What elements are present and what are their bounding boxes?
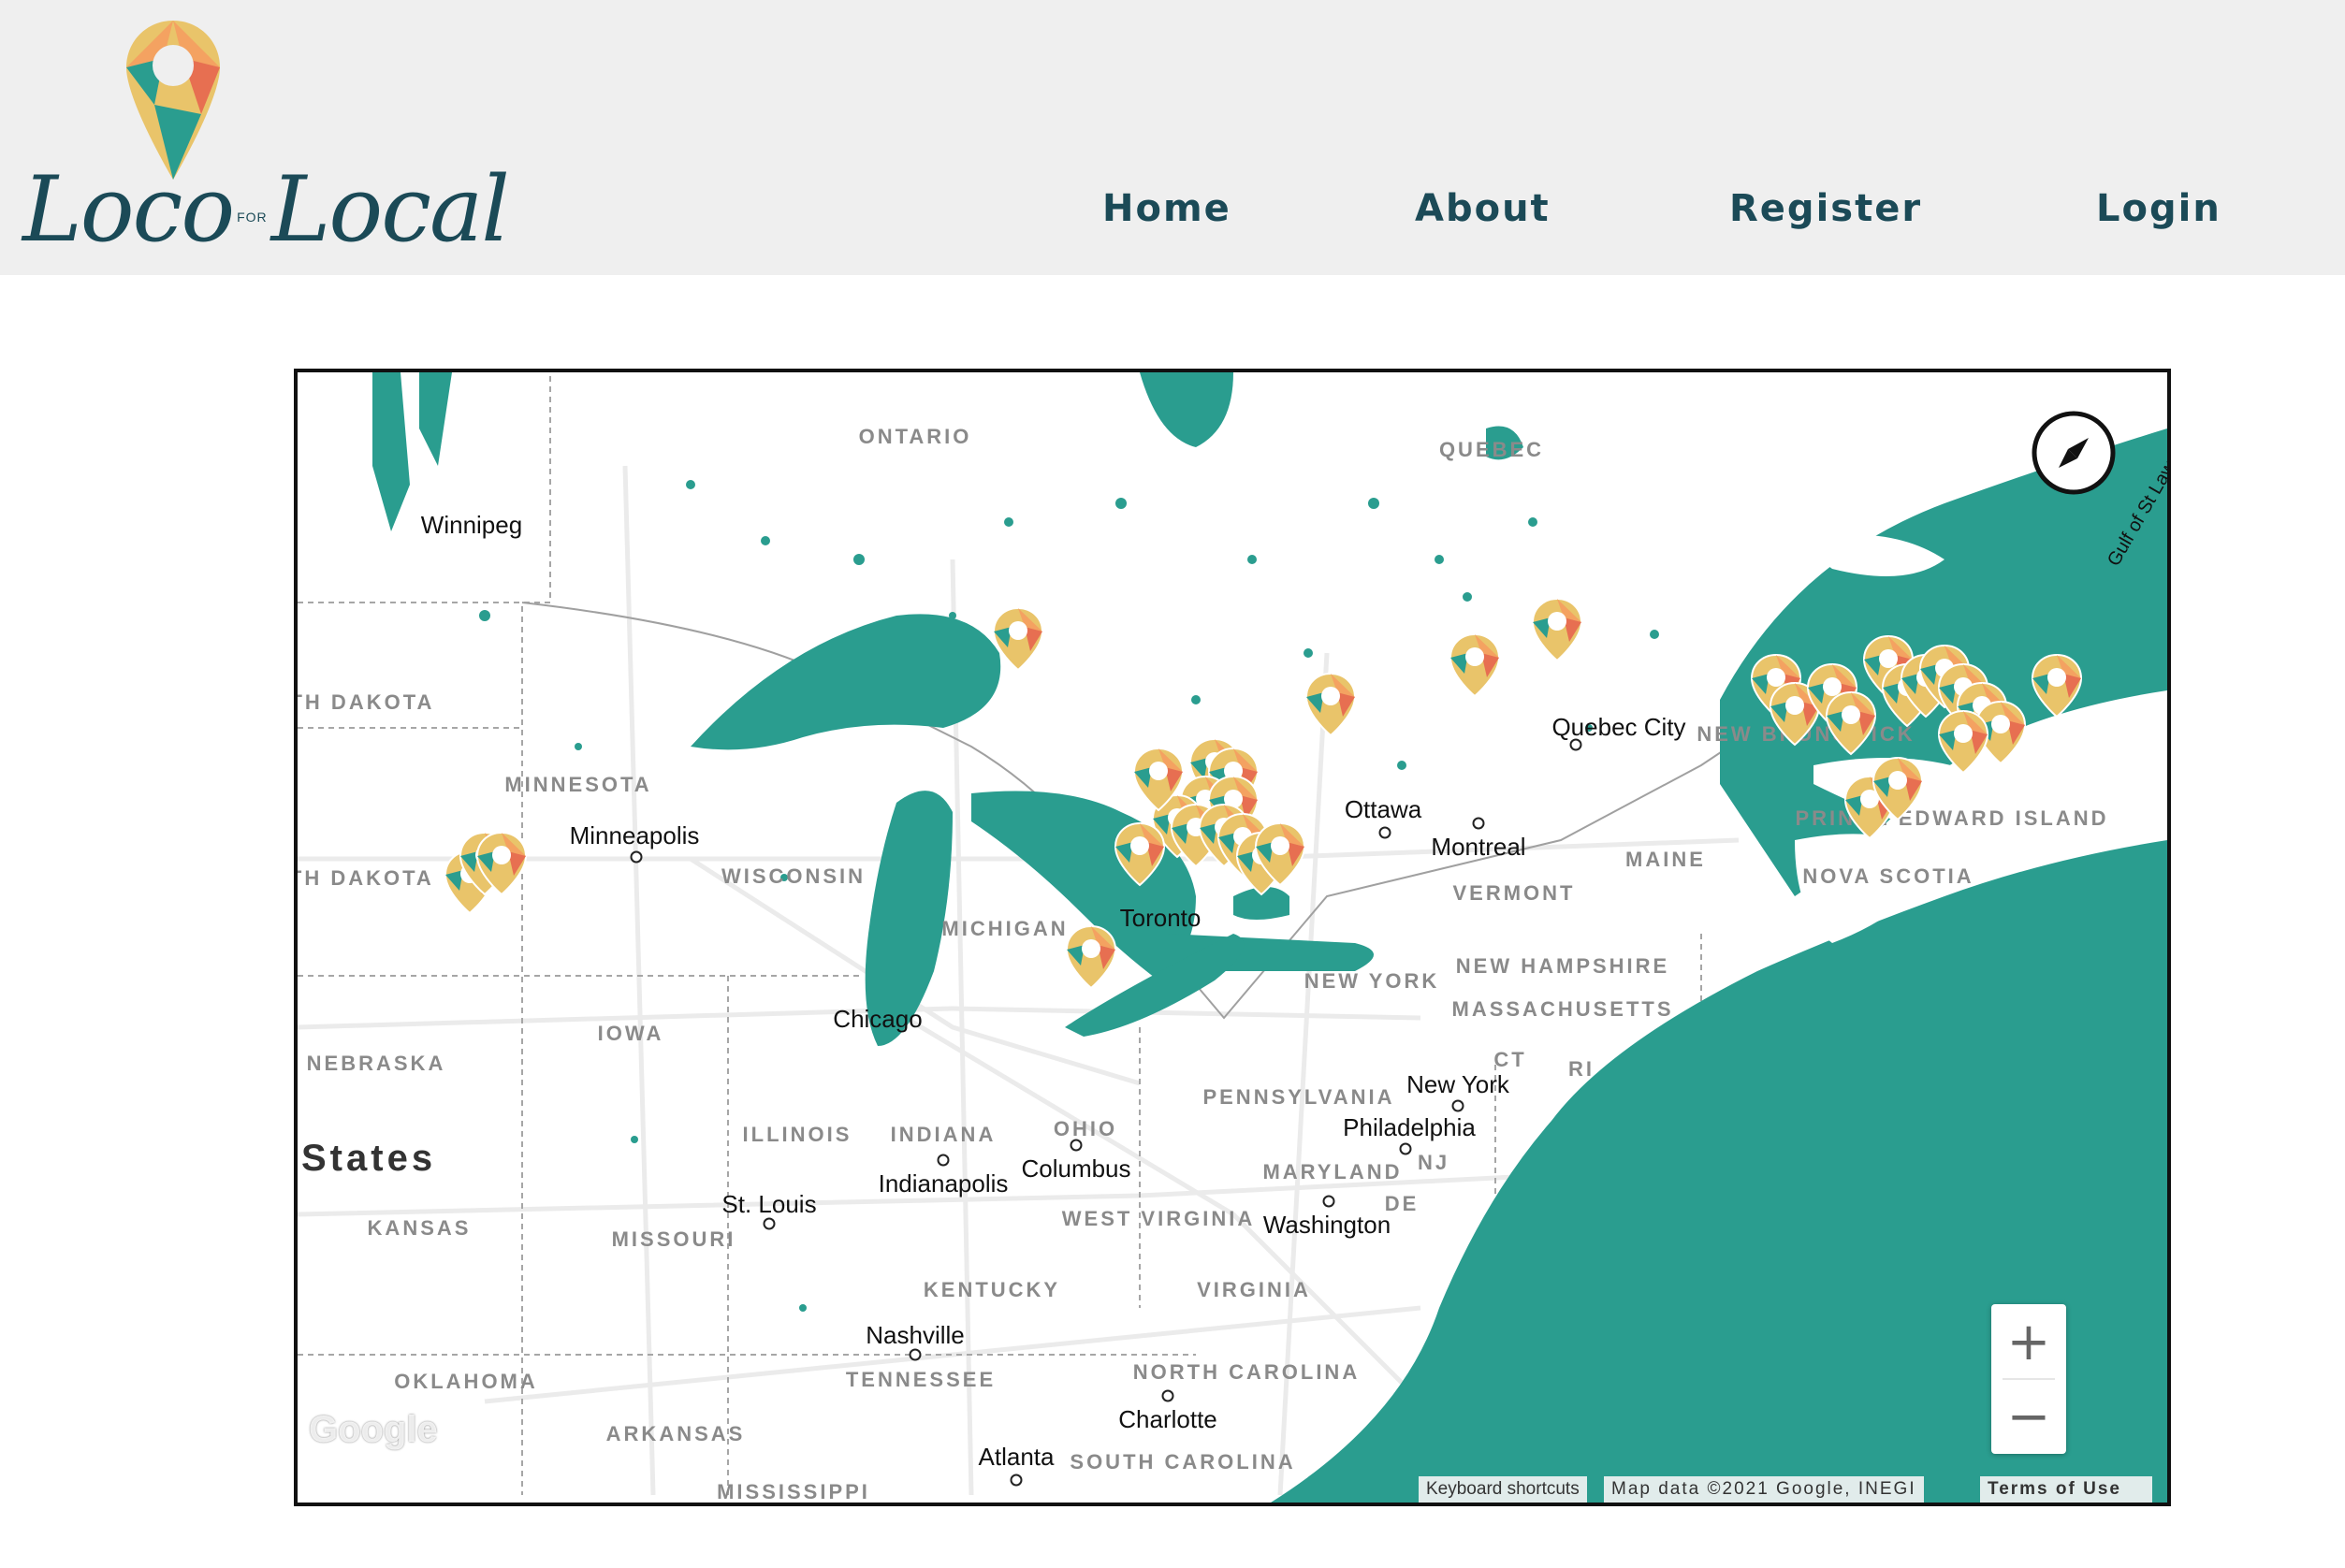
site-header: Loco FORLocal Home About Register Login [0, 0, 2345, 275]
region-label: OKLAHOMA [394, 1370, 538, 1393]
google-logo[interactable]: Google [309, 1409, 438, 1451]
map-pin-icon[interactable] [1824, 690, 1878, 756]
city-dot [1451, 1099, 1464, 1112]
city-dot [1569, 738, 1582, 751]
map-basemap[interactable] [298, 372, 2167, 1503]
region-label: QUEBEC [1438, 438, 1545, 461]
city-label: Winnipeg [420, 511, 523, 539]
map-pin-icon[interactable] [1871, 756, 1925, 821]
region-label: MISSISSIPPI [717, 1480, 870, 1503]
region-label: PENNSYLVANIA [1202, 1085, 1395, 1109]
city-dot [1399, 1142, 1412, 1155]
city-dot [1378, 826, 1391, 839]
region-label: MASSACHUSETTS [1451, 997, 1674, 1021]
city-dot [1322, 1195, 1335, 1208]
city-label: Chicago [833, 1005, 923, 1033]
region-label: NORTH DAKOTA [298, 690, 435, 714]
region-label: WISCONSIN [721, 864, 867, 888]
city-label: Washington [1262, 1211, 1391, 1239]
city-label: Montreal [1431, 833, 1526, 861]
map-pin-icon[interactable] [1131, 747, 1186, 812]
zoom-out-button[interactable]: − [1991, 1379, 2066, 1454]
terms-of-use-link[interactable]: Terms of Use [1980, 1476, 2152, 1503]
zoom-in-button[interactable]: + [1991, 1304, 2066, 1379]
city-dot [1472, 817, 1485, 830]
city-dot [909, 1348, 922, 1361]
map-pin-icon[interactable] [991, 606, 1045, 672]
region-label: KANSAS [367, 1216, 472, 1240]
map-pin-icon[interactable] [1936, 709, 1990, 775]
map-view[interactable]: ONTARIO QUEBEC NORTH DAKOTA MINNESOTA SO… [294, 369, 2171, 1506]
city-label: Quebec City [1551, 713, 1686, 741]
region-label: NJ [1417, 1151, 1450, 1174]
region-label: OHIO [1053, 1117, 1118, 1140]
region-label: NEW YORK [1304, 969, 1440, 993]
city-label: Toronto [1119, 904, 1202, 932]
map-pin-icon[interactable] [1304, 672, 1358, 737]
region-label: VIRGINIA [1197, 1278, 1311, 1301]
region-label: RI [1568, 1057, 1595, 1081]
city-dot [763, 1217, 776, 1230]
region-label: SOUTH DAKOTA [298, 866, 434, 890]
city-dot [1161, 1389, 1174, 1402]
city-label: New York [1406, 1070, 1509, 1098]
region-label: SOUTH CAROLINA [1070, 1450, 1296, 1474]
city-dot [1010, 1474, 1023, 1487]
nav-home-link[interactable]: Home [1102, 187, 1231, 230]
logo-wordmark: Loco FORLocal [22, 157, 510, 262]
city-label: Ottawa [1344, 795, 1422, 823]
region-label: MAINE [1625, 848, 1706, 871]
city-dot [1070, 1139, 1083, 1152]
map-pin-icon[interactable] [1064, 924, 1118, 990]
city-label: Charlotte [1118, 1405, 1217, 1433]
city-label: Philadelphia [1343, 1113, 1476, 1141]
region-label: KENTUCKY [923, 1278, 1061, 1301]
region-label: WEST VIRGINIA [1061, 1207, 1256, 1230]
region-label: MARYLAND [1262, 1160, 1403, 1183]
region-label: NEW HAMPSHIRE [1455, 954, 1670, 978]
country-label: States [301, 1138, 437, 1179]
region-label: ONTARIO [858, 425, 972, 448]
region-label: INDIANA [890, 1123, 997, 1146]
nav-register-link[interactable]: Register [1729, 187, 1922, 230]
keyboard-shortcuts-link[interactable]: Keyboard shortcuts [1419, 1476, 1587, 1503]
loco-for-local-logo[interactable]: Loco FORLocal [9, 17, 510, 262]
map-pin-icon[interactable] [1530, 597, 1584, 662]
region-label: ILLINOIS [742, 1123, 852, 1146]
city-label: Nashville [866, 1321, 965, 1349]
region-label: NOVA SCOTIA [1802, 864, 1974, 888]
city-label: Columbus [1021, 1154, 1131, 1183]
city-dot [630, 850, 643, 864]
nav-about-link[interactable]: About [1415, 187, 1551, 230]
region-label: TENNESSEE [845, 1368, 997, 1391]
map-pin-icon[interactable] [1113, 821, 1167, 887]
region-label: MISSOURI [611, 1227, 736, 1251]
nav-login-link[interactable]: Login [2096, 187, 2221, 230]
compass-icon[interactable] [2031, 410, 2117, 496]
city-label: Minneapolis [569, 821, 700, 849]
map-pin-icon[interactable] [474, 831, 529, 896]
city-label: Atlanta [978, 1443, 1055, 1471]
city-label: Indianapolis [878, 1169, 1009, 1198]
city-label: St. Louis [721, 1190, 817, 1218]
map-pin-icon[interactable] [1253, 821, 1307, 887]
region-label: MICHIGAN [941, 917, 1069, 940]
region-label: NORTH CAROLINA [1132, 1360, 1361, 1384]
map-data-attribution: Map data ©2021 Google, INEGI [1604, 1476, 1924, 1503]
map-pin-icon[interactable] [2030, 653, 2084, 719]
region-label: MINNESOTA [504, 773, 652, 796]
region-label: CT [1493, 1048, 1527, 1071]
zoom-control: + − [1991, 1304, 2066, 1454]
region-label: NEBRASKA [306, 1052, 446, 1075]
region-label: VERMONT [1452, 881, 1576, 905]
region-label: ARKANSAS [605, 1422, 746, 1445]
city-dot [937, 1154, 950, 1167]
map-pin-icon[interactable] [1448, 632, 1502, 698]
region-label: IOWA [597, 1022, 664, 1045]
